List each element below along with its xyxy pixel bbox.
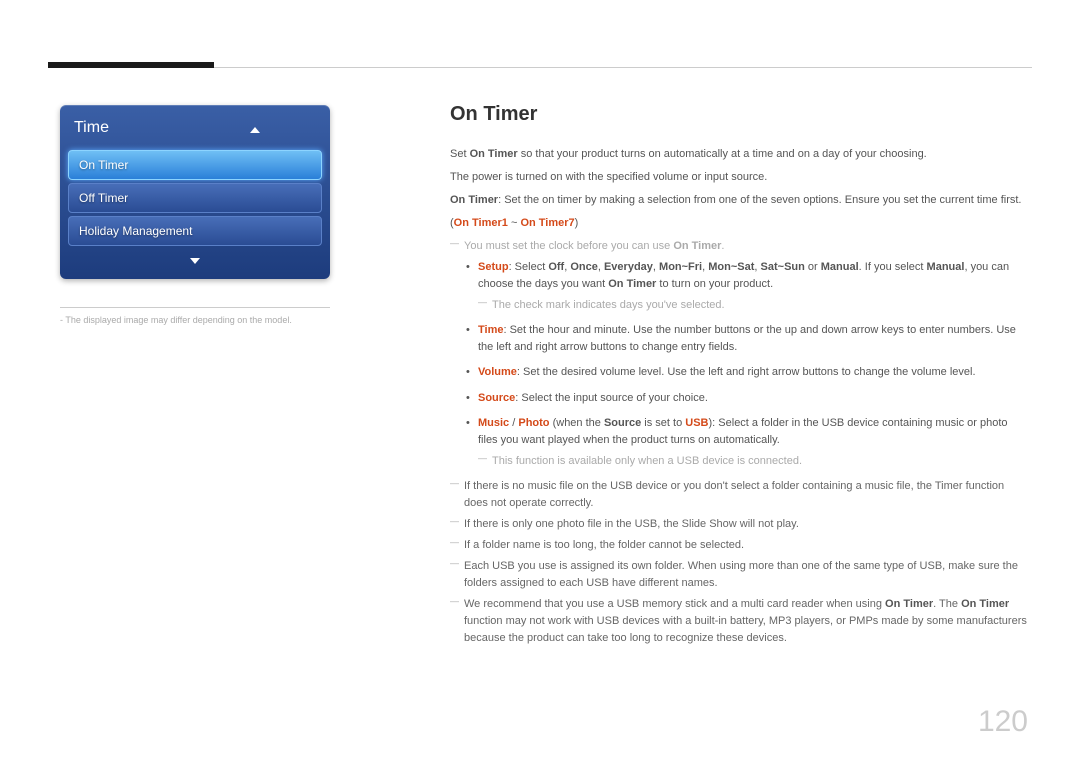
note-checkmark: The check mark indicates days you've sel…: [478, 297, 1030, 314]
timer-range: (On Timer1 ~ On Timer7): [450, 215, 1030, 232]
menu-item-holiday[interactable]: Holiday Management: [68, 216, 322, 246]
menu-item-label: Holiday Management: [79, 224, 192, 238]
bullet-time: Time: Set the hour and minute. Use the n…: [466, 322, 1030, 356]
menu-title: Time: [68, 113, 322, 147]
bullet-source: Source: Select the input source of your …: [466, 390, 1030, 407]
bullet-setup: Setup: Select Off, Once, Everyday, Mon~F…: [466, 259, 1030, 314]
intro-line-1: Set On Timer so that your product turns …: [450, 146, 1030, 163]
section-marker: [48, 62, 214, 68]
footer-note-text: The displayed image may differ depending…: [65, 315, 291, 325]
time-menu-panel: Time On Timer Off Timer Holiday Manageme…: [60, 105, 330, 279]
intro-line-2: The power is turned on with the specifie…: [450, 169, 1030, 186]
note-recommend-usb: We recommend that you use a USB memory s…: [450, 596, 1030, 647]
menu-item-on-timer[interactable]: On Timer: [68, 150, 322, 180]
arrow-down-row: [68, 249, 322, 267]
menu-item-label: On Timer: [79, 158, 128, 172]
note-set-clock: You must set the clock before you can us…: [450, 238, 1030, 255]
note-one-photo: If there is only one photo file in the U…: [450, 516, 1030, 533]
page-number: 120: [978, 705, 1028, 739]
arrow-up-icon[interactable]: [250, 127, 260, 133]
note-folder-name: If a folder name is too long, the folder…: [450, 537, 1030, 554]
section-title: On Timer: [450, 99, 1030, 130]
model-disclaimer: - The displayed image may differ dependi…: [60, 314, 350, 327]
bullet-music-photo: Music / Photo (when the Source is set to…: [466, 415, 1030, 470]
note-usb-connected: This function is available only when a U…: [478, 453, 1030, 470]
menu-title-text: Time: [74, 119, 109, 136]
separator: [60, 307, 330, 308]
intro-line-3: On Timer: Set the on timer by making a s…: [450, 192, 1030, 209]
arrow-down-icon[interactable]: [190, 258, 200, 264]
left-column: Time On Timer Off Timer Holiday Manageme…: [60, 105, 350, 327]
bullet-volume: Volume: Set the desired volume level. Us…: [466, 364, 1030, 381]
right-column: On Timer Set On Timer so that your produ…: [450, 99, 1030, 651]
note-no-music: If there is no music file on the USB dev…: [450, 478, 1030, 512]
menu-item-label: Off Timer: [79, 191, 128, 205]
note-each-usb: Each USB you use is assigned its own fol…: [450, 558, 1030, 592]
menu-item-off-timer[interactable]: Off Timer: [68, 183, 322, 213]
